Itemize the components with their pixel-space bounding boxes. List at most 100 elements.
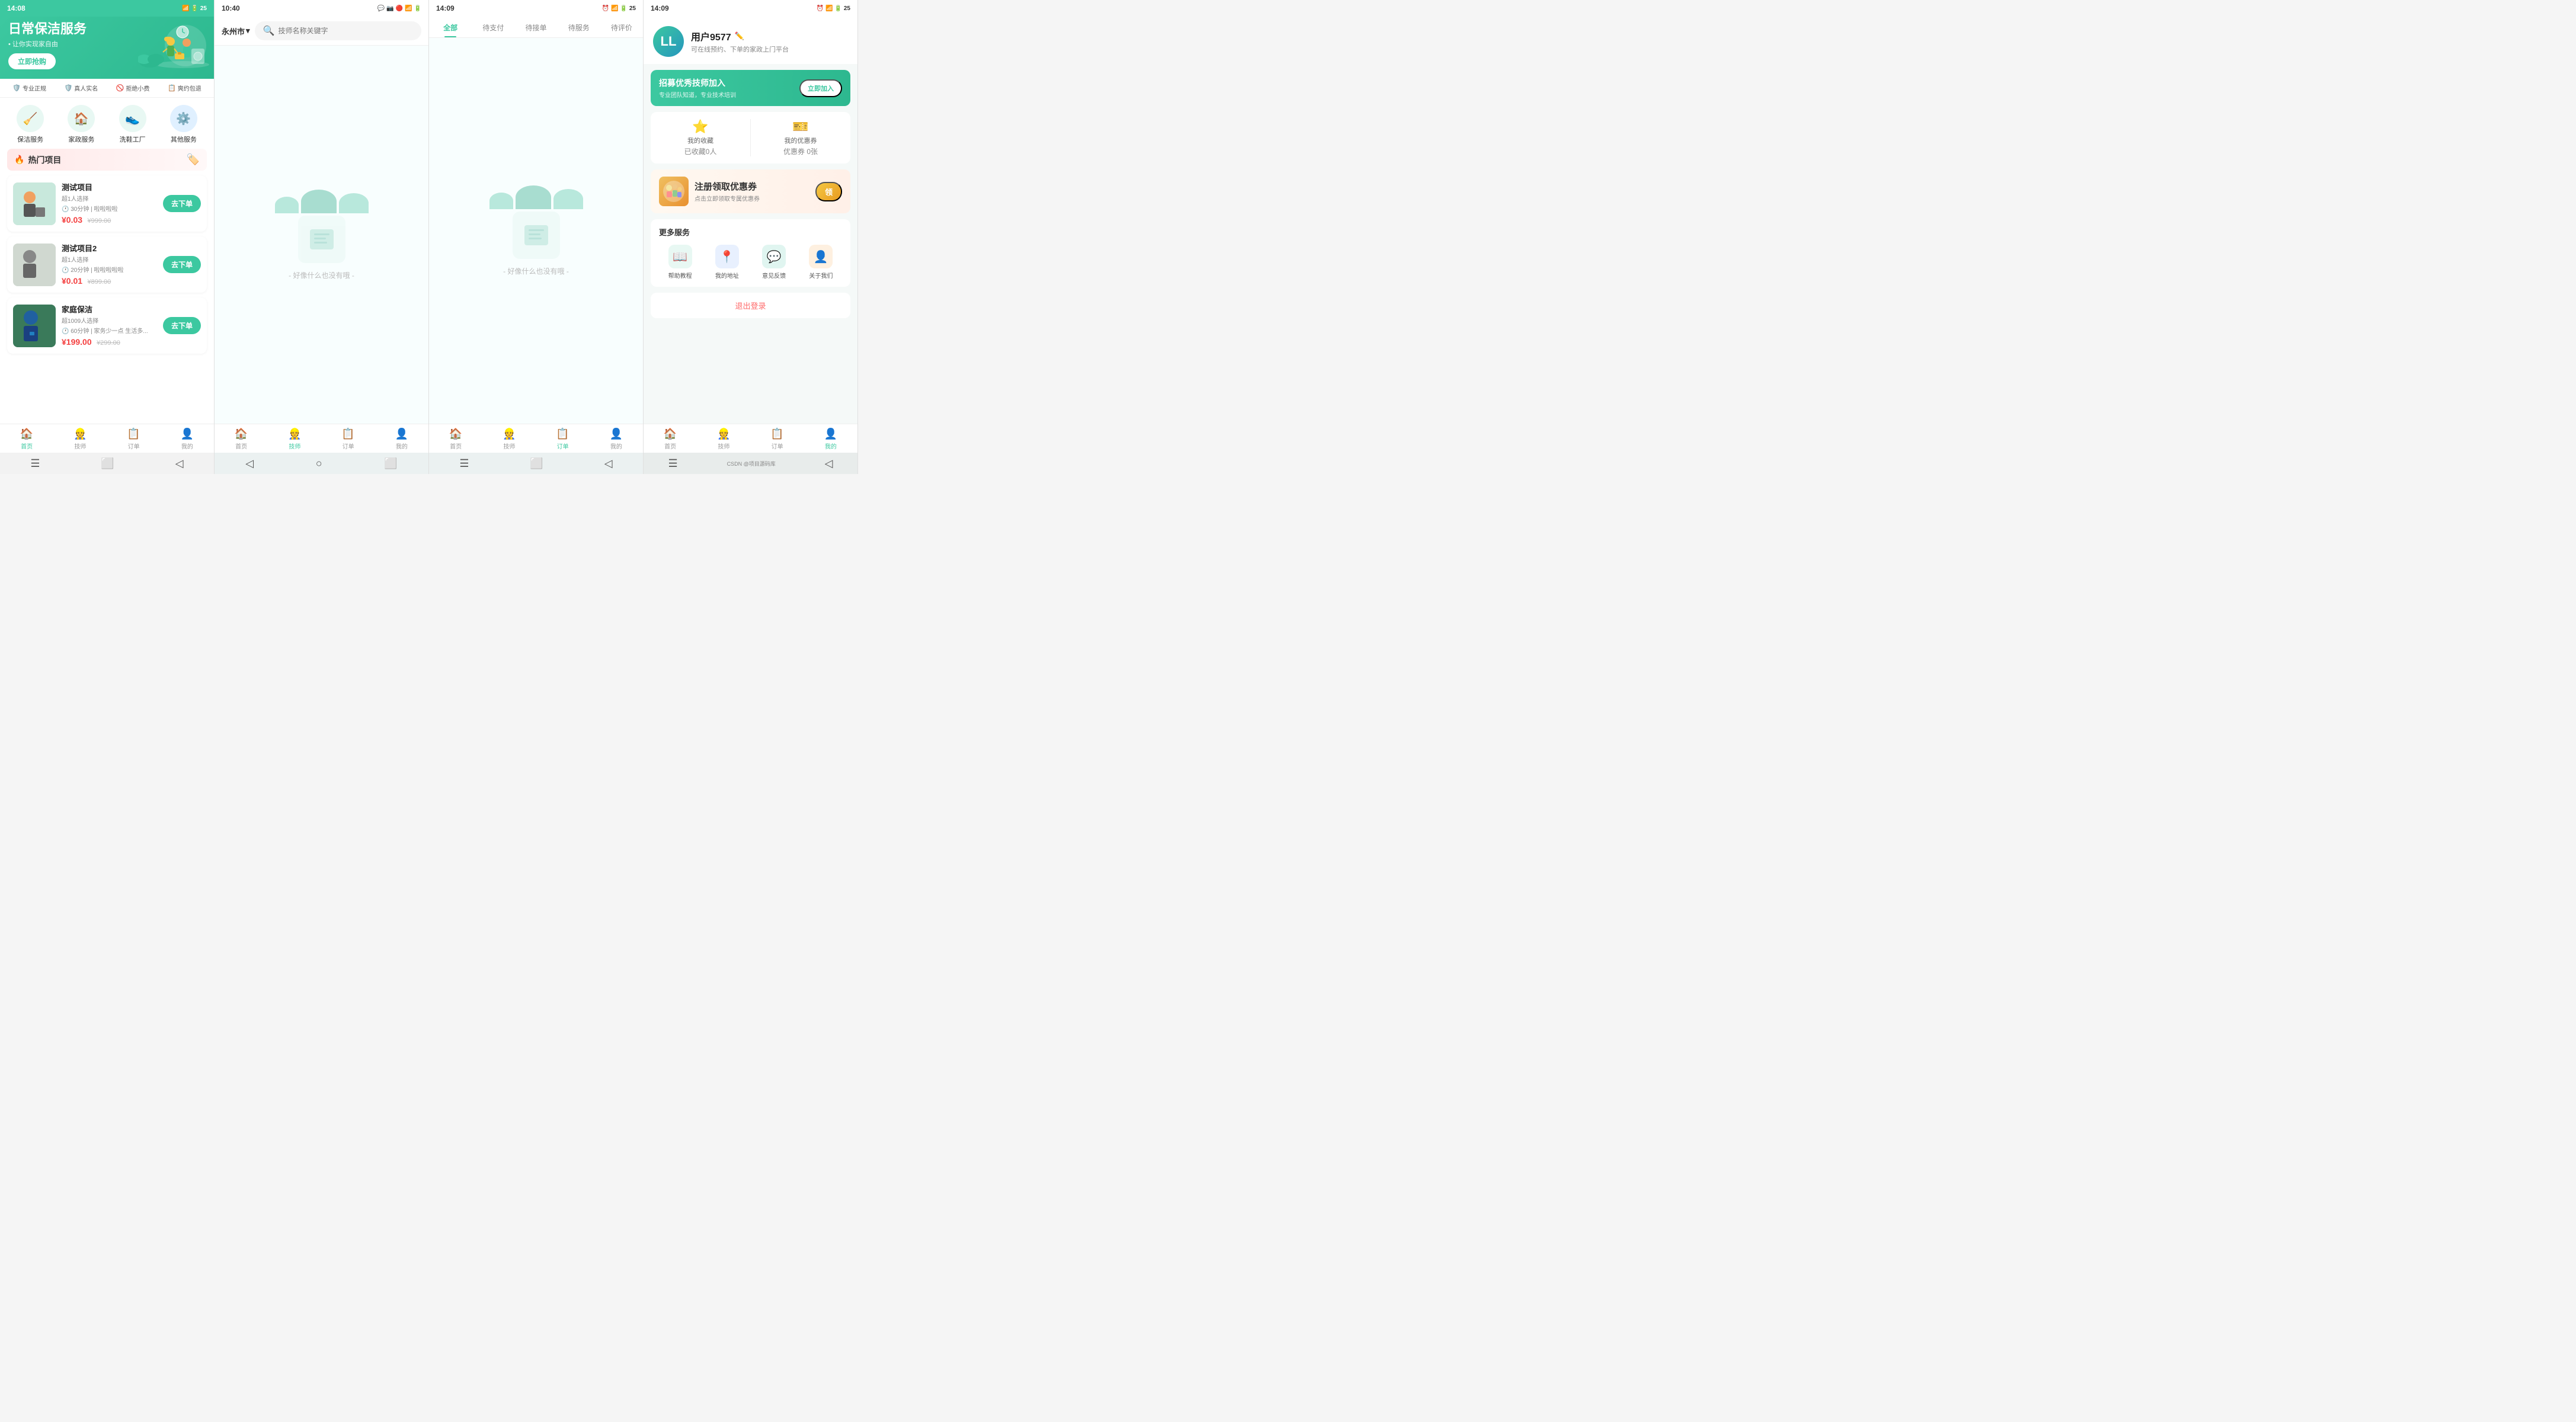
service-about[interactable]: 👤 关于我们 (800, 245, 842, 280)
nav-home-2[interactable]: 🏠 首页 (215, 428, 268, 450)
system-nav-4: ☰ CSDN @项目源码库 ◁ (644, 453, 857, 474)
empty-text-tech: - 好像什么也没有哦 - (289, 270, 354, 280)
logout-button[interactable]: 退出登录 (651, 293, 850, 318)
help-icon-wrap: 📖 (668, 245, 692, 268)
category-shoes[interactable]: 👟 洗鞋工厂 (119, 105, 146, 144)
nav-home-1[interactable]: 🏠 首页 (0, 428, 53, 450)
service-item-3: 家庭保洁 超1009人选择 🕐 60分钟 | 家务少一点 生活多... ¥199… (7, 297, 207, 354)
status-icons-4: ⏰ 📶 🔋 25 (817, 5, 850, 12)
phone3-orders: 14:09 ⏰ 📶 🔋 25 全部 待支付 待接单 待服务 待评价 - (429, 0, 644, 474)
back-btn-3[interactable]: ◁ (604, 457, 613, 470)
order-button-3[interactable]: 去下单 (163, 317, 201, 334)
service-address[interactable]: 📍 我的地址 (706, 245, 748, 280)
tab-pending-review[interactable]: 待评价 (600, 17, 643, 37)
service-price-3: ¥199.00 ¥299.00 (62, 337, 157, 348)
nav-profile-1[interactable]: 👤 我的 (161, 428, 214, 450)
service-info-2: 测试项目2 超1人选择 🕐 20分钟 | 啦啦啦啦啦 ¥0.01 ¥899.00 (62, 242, 157, 287)
service-thumb-2 (13, 244, 56, 286)
home-btn-1[interactable]: ⬜ (101, 457, 114, 470)
more-services: 更多服务 📖 帮助教程 📍 我的地址 💬 (651, 219, 850, 287)
service-price-2: ¥0.01 ¥899.00 (62, 276, 157, 287)
trust-item-1: 🛡️ 专业正规 (12, 84, 46, 92)
nav-order-4[interactable]: 📋 订单 (751, 428, 804, 450)
category-cleaning[interactable]: 🧹 保洁服务 (17, 105, 44, 144)
profile-info: 用户9577 ✏️ 可在线预约、下单的家政上门平台 (691, 29, 848, 54)
stat-favorites[interactable]: ⭐ 我的收藏 已收藏0人 (651, 119, 751, 156)
service-thumb-3 (13, 305, 56, 347)
phone4-profile: 14:09 ⏰ 📶 🔋 25 LL 用户9577 ✏️ 可在线预约、下单的家政上… (644, 0, 858, 474)
about-icon-wrap: 👤 (809, 245, 833, 268)
service-info-1: 测试项目 超1人选择 🕐 30分钟 | 啦啦啦啦 ¥0.03 ¥999.00 (62, 181, 157, 226)
service-thumb-1 (13, 182, 56, 225)
order-button-2[interactable]: 去下单 (163, 256, 201, 273)
tab-pending-service[interactable]: 待服务 (558, 17, 600, 37)
status-bar-3: 14:09 ⏰ 📶 🔋 25 (429, 0, 643, 17)
category-other[interactable]: ⚙️ 其他服务 (170, 105, 197, 144)
profile-header: LL 用户9577 ✏️ 可在线预约、下单的家政上门平台 (644, 17, 857, 64)
mountain-illustration (275, 190, 369, 213)
square-btn-2[interactable]: ⬜ (384, 457, 397, 470)
avatar: LL (653, 26, 684, 57)
bookmark-icon: 🏷️ (187, 153, 200, 166)
nav-home-3[interactable]: 🏠 首页 (429, 428, 482, 450)
back-btn-4[interactable]: ◁ (825, 457, 833, 470)
tab-pending-accept[interactable]: 待接单 (514, 17, 557, 37)
nav-order-3[interactable]: 📋 订单 (536, 428, 590, 450)
back-btn-2[interactable]: ◁ (245, 457, 254, 470)
nav-order-2[interactable]: 📋 订单 (322, 428, 375, 450)
book-icon: 📖 (673, 249, 687, 264)
coupon-banner: 注册领取优惠券 点击立即领取专属优惠券 领 (651, 169, 850, 213)
profile-icon: 👤 (181, 428, 194, 440)
nav-profile-2[interactable]: 👤 我的 (375, 428, 428, 450)
nav-home-4[interactable]: 🏠 首页 (644, 428, 697, 450)
phone1-home: 14:08 📶 🔋 25 日常保洁服务 • 让你实现家自由 立即抢购 (0, 0, 215, 474)
home-btn-3[interactable]: ⬜ (530, 457, 543, 470)
empty-state-tech: - 好像什么也没有哦 - (215, 46, 428, 424)
nav-tech-2[interactable]: 👷 技师 (268, 428, 321, 450)
time-4: 14:09 (651, 4, 669, 12)
tab-pending-pay[interactable]: 待支付 (472, 17, 514, 37)
nav-tech-1[interactable]: 👷 技师 (53, 428, 107, 450)
chevron-down-icon: ▾ (246, 26, 250, 36)
hero-illustration (138, 19, 209, 72)
profile-icon-4: 👤 (824, 428, 837, 440)
nav-tech-4[interactable]: 👷 技师 (697, 428, 750, 450)
phone2-tech: 10:40 💬 📷 🔴 📶 🔋 永州市 ▾ 🔍 (215, 0, 429, 474)
nav-profile-4[interactable]: 👤 我的 (804, 428, 857, 450)
order-icon: 📋 (127, 428, 140, 440)
services-grid: 📖 帮助教程 📍 我的地址 💬 意见反馈 (659, 245, 842, 280)
search-icon: 🔍 (263, 25, 275, 37)
status-bar-1: 14:08 📶 🔋 25 (0, 0, 214, 17)
back-btn-1[interactable]: ◁ (175, 457, 184, 470)
home-icon-4: 🏠 (664, 428, 677, 440)
flame-icon: 🔥 (14, 155, 24, 165)
nav-order-1[interactable]: 📋 订单 (107, 428, 161, 450)
menu-btn-4[interactable]: ☰ (668, 457, 677, 470)
bottom-nav-1: 🏠 首页 👷 技师 📋 订单 👤 我的 (0, 424, 214, 453)
hero-cta-button[interactable]: 立即抢购 (8, 53, 56, 69)
hot-section: 🔥 热门项目 🏷️ 测试项目 超1人选择 🕐 30分钟 | 啦啦啦啦 ¥0.0 (0, 149, 214, 424)
city-selector[interactable]: 永州市 ▾ (222, 25, 250, 37)
feedback-icon-wrap: 💬 (762, 245, 786, 268)
empty-state-orders: - 好像什么也没有哦 - (429, 38, 643, 424)
menu-btn-1[interactable]: ☰ (30, 457, 40, 470)
empty-text-orders: - 好像什么也没有哦 - (503, 266, 569, 276)
service-feedback[interactable]: 💬 意见反馈 (753, 245, 795, 280)
search-input[interactable] (278, 27, 413, 35)
service-help[interactable]: 📖 帮助教程 (659, 245, 701, 280)
edit-icon[interactable]: ✏️ (735, 31, 744, 41)
system-nav-3: ☰ ⬜ ◁ (429, 453, 643, 474)
housework-icon: 🏠 (68, 105, 95, 132)
home-btn-2[interactable]: ○ (316, 457, 322, 470)
nav-tech-3[interactable]: 👷 技师 (482, 428, 536, 450)
recruit-button[interactable]: 立即加入 (799, 79, 842, 97)
order-button-1[interactable]: 去下单 (163, 195, 201, 212)
category-housework[interactable]: 🏠 家政服务 (68, 105, 95, 144)
recruit-banner: 招募优秀技师加入 专业团队知道，专业技术培训 立即加入 (651, 70, 850, 106)
coupon-claim-button[interactable]: 领 (815, 182, 842, 201)
stat-coupons[interactable]: 🎫 我的优惠券 优惠券 0张 (751, 119, 850, 156)
nav-profile-3[interactable]: 👤 我的 (590, 428, 643, 450)
menu-btn-3[interactable]: ☰ (459, 457, 469, 470)
other-icon: ⚙️ (170, 105, 197, 132)
tab-all[interactable]: 全部 (429, 17, 472, 37)
